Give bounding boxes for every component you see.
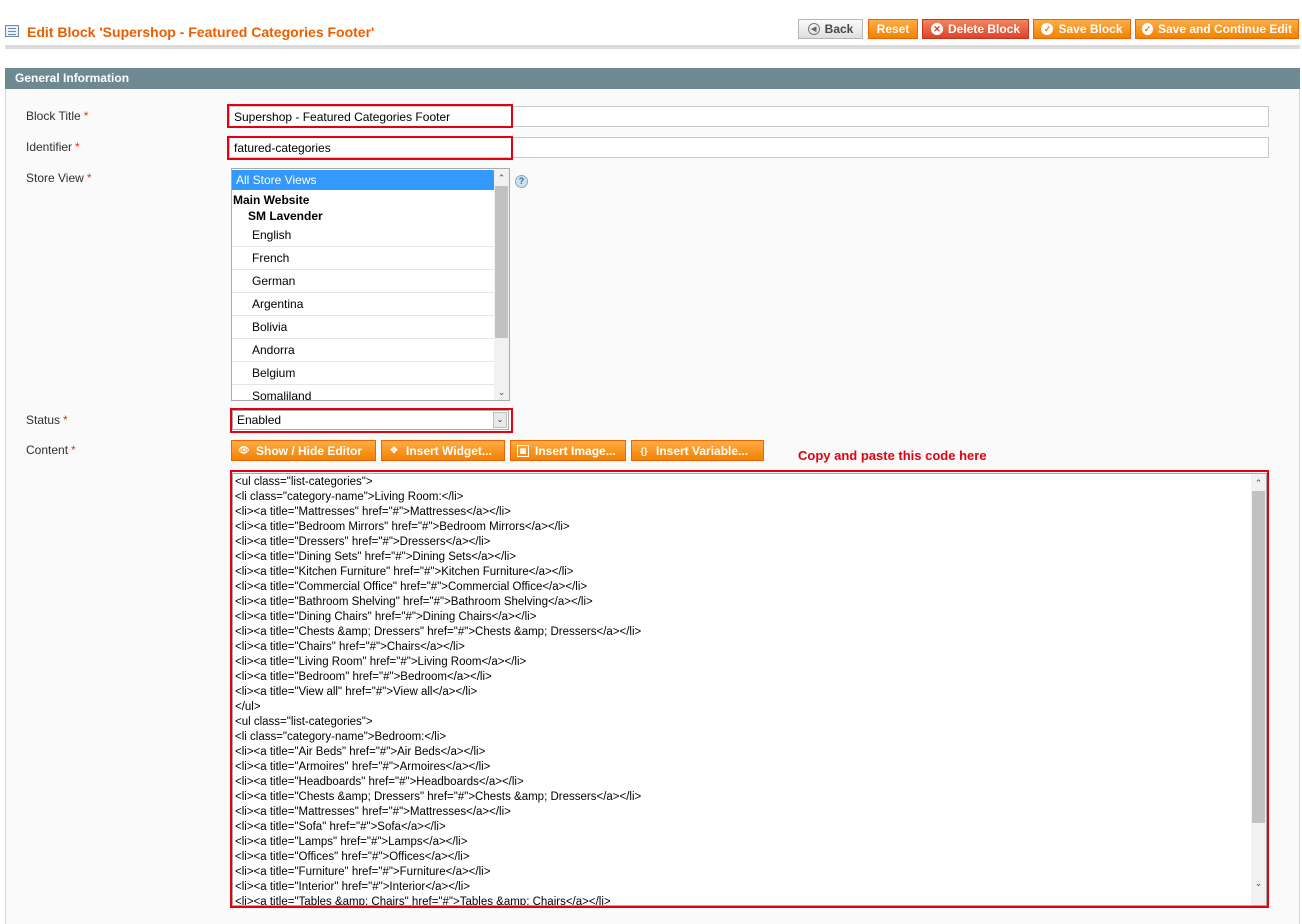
status-highlight bbox=[230, 408, 513, 433]
header-divider bbox=[5, 45, 1300, 49]
content-label: Content * bbox=[26, 443, 76, 457]
store-view-scrollbar-thumb[interactable] bbox=[495, 186, 508, 338]
block-title-highlight bbox=[227, 104, 513, 128]
back-button-label: Back bbox=[824, 22, 854, 36]
page-title: Edit Block 'Supershop - Featured Categor… bbox=[27, 24, 375, 40]
block-title-label: Block Title * bbox=[26, 109, 89, 123]
save-button-label: Save Block bbox=[1058, 22, 1123, 36]
content-highlight bbox=[230, 470, 1269, 908]
checkmark-icon: ✓ bbox=[1142, 23, 1153, 35]
store-view-label: Store View * bbox=[26, 171, 92, 185]
insert-image-label: Insert Image... bbox=[535, 443, 616, 458]
block-grid-icon bbox=[5, 25, 19, 37]
store-view-multiselect[interactable]: All Store Views Main Website SM Lavender… bbox=[231, 168, 510, 401]
delete-block-button[interactable]: ✕ Delete Block bbox=[922, 19, 1029, 39]
store-view-option[interactable]: Somaliland bbox=[232, 385, 494, 400]
insert-widget-label: Insert Widget... bbox=[406, 443, 492, 458]
annotation-note: Copy and paste this code here bbox=[798, 448, 987, 463]
back-arrow-icon: ◀ bbox=[807, 23, 820, 35]
insert-variable-button[interactable]: {} Insert Variable... bbox=[631, 440, 764, 461]
store-view-option[interactable]: Bolivia bbox=[232, 316, 494, 339]
store-view-option[interactable]: English bbox=[232, 224, 494, 247]
widget-icon: ✥ bbox=[390, 445, 398, 455]
save-continue-button-label: Save and Continue Edit bbox=[1157, 22, 1292, 36]
variable-icon: {} bbox=[640, 445, 648, 456]
store-view-option[interactable]: Belgium bbox=[232, 362, 494, 385]
store-view-option[interactable]: Andorra bbox=[232, 339, 494, 362]
save-block-button[interactable]: ✓ Save Block bbox=[1033, 19, 1131, 39]
image-icon: ▦ bbox=[517, 444, 529, 457]
store-view-option-all[interactable]: All Store Views bbox=[232, 170, 494, 190]
store-view-option[interactable]: German bbox=[232, 270, 494, 293]
identifier-highlight bbox=[227, 136, 513, 160]
insert-widget-button[interactable]: ✥ Insert Widget... bbox=[381, 440, 505, 461]
status-label: Status * bbox=[26, 413, 68, 427]
store-view-option[interactable]: French bbox=[232, 247, 494, 270]
show-hide-editor-label: Show / Hide Editor bbox=[256, 443, 363, 458]
insert-image-button[interactable]: ▦ Insert Image... bbox=[510, 440, 626, 461]
delete-icon: ✕ bbox=[930, 23, 943, 35]
identifier-label: Identifier * bbox=[26, 140, 80, 154]
checkmark-icon: ✓ bbox=[1041, 23, 1054, 35]
back-button[interactable]: ◀ Back bbox=[798, 19, 863, 39]
scroll-up-icon[interactable]: ⌃ bbox=[494, 171, 509, 185]
eye-icon: 👁 bbox=[238, 445, 250, 455]
reset-button[interactable]: Reset bbox=[868, 19, 918, 39]
store-view-group-website: Main Website bbox=[233, 193, 310, 207]
section-header[interactable]: General Information bbox=[5, 68, 1300, 89]
show-hide-editor-button[interactable]: 👁 Show / Hide Editor bbox=[231, 440, 376, 461]
save-and-continue-button[interactable]: ✓ Save and Continue Edit bbox=[1135, 19, 1299, 39]
help-icon[interactable]: ? bbox=[515, 175, 528, 188]
reset-button-label: Reset bbox=[876, 22, 910, 36]
delete-button-label: Delete Block bbox=[947, 22, 1021, 36]
store-view-group-store: SM Lavender bbox=[248, 209, 323, 223]
insert-variable-label: Insert Variable... bbox=[656, 443, 749, 458]
scroll-down-icon[interactable]: ⌄ bbox=[494, 385, 509, 399]
store-view-option[interactable]: Argentina bbox=[232, 293, 494, 316]
